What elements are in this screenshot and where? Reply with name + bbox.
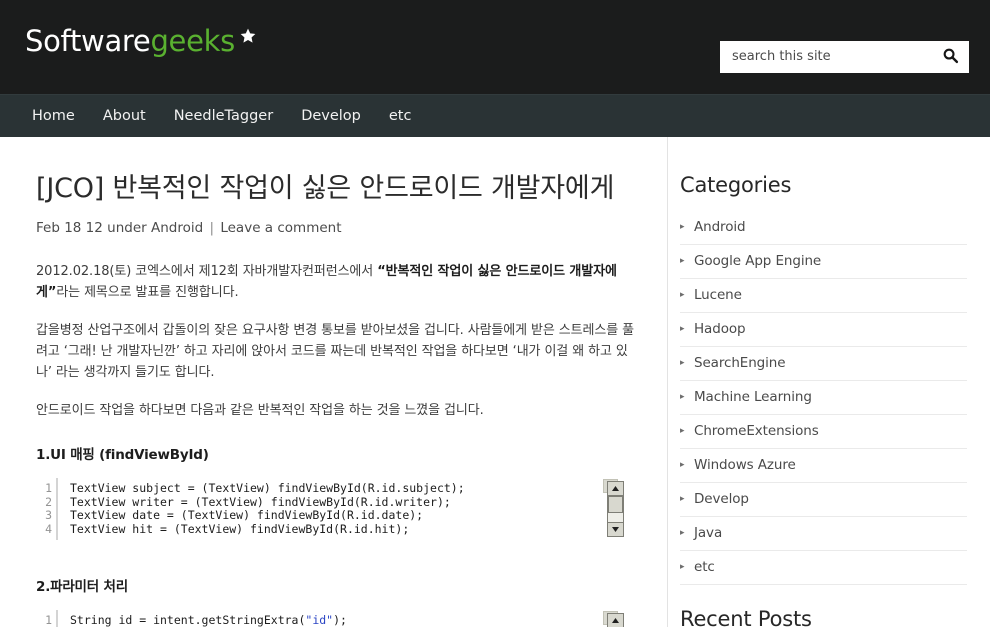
sidebar-item-google-app-engine[interactable]: ▸ Google App Engine bbox=[680, 245, 967, 279]
site-header: Softwaregeeks bbox=[0, 0, 990, 94]
post-under-label: under bbox=[107, 219, 147, 236]
sidebar-item-machine-learning[interactable]: ▸ Machine Learning bbox=[680, 381, 967, 415]
sidebar-item-label: Google App Engine bbox=[694, 253, 822, 269]
sidebar-item-label: SearchEngine bbox=[694, 355, 786, 371]
post-category-link[interactable]: Android bbox=[151, 220, 203, 236]
section-heading-1: 1.UI 매핑 (findViewById) bbox=[36, 447, 209, 464]
recent-posts-widget-title: Recent Posts bbox=[680, 607, 812, 627]
star-icon bbox=[239, 21, 257, 50]
main-content: [JCO] 반복적인 작업이 싫은 안드로이드 개발자에게 Feb 18 12 … bbox=[0, 137, 668, 627]
caret-right-icon: ▸ bbox=[680, 425, 685, 436]
caret-right-icon: ▸ bbox=[680, 493, 685, 504]
sidebar-item-lucene[interactable]: ▸ Lucene bbox=[680, 279, 967, 313]
paragraph-3: 안드로이드 작업을 하다보면 다음과 같은 반복적인 작업을 하는 것을 느꼈을… bbox=[36, 403, 484, 419]
search-button[interactable] bbox=[931, 41, 969, 73]
nav-item-needletagger[interactable]: NeedleTagger bbox=[160, 95, 287, 137]
code-line-number: 1 bbox=[45, 481, 52, 496]
sidebar-item-hadoop[interactable]: ▸ Hadoop bbox=[680, 313, 967, 347]
search-box[interactable] bbox=[720, 41, 969, 73]
code-scrollbar-1[interactable] bbox=[607, 481, 624, 538]
leave-comment-link[interactable]: Leave a comment bbox=[220, 220, 341, 236]
site-logo[interactable]: Softwaregeeks bbox=[25, 27, 257, 56]
page-body: [JCO] 반복적인 작업이 싫은 안드로이드 개발자에게 Feb 18 12 … bbox=[0, 137, 990, 627]
sidebar-item-label: ChromeExtensions bbox=[694, 423, 819, 439]
sidebar-item-label: etc bbox=[694, 559, 715, 575]
code-scrollbar-track-1[interactable] bbox=[607, 496, 624, 523]
sidebar-item-label: Lucene bbox=[694, 287, 742, 303]
nav-item-about[interactable]: About bbox=[89, 95, 160, 137]
caret-right-icon: ▸ bbox=[680, 391, 685, 402]
paragraph-1: 2012.02.18(토) 코엑스에서 제12회 자바개발자컨퍼런스에서 “반복… bbox=[36, 261, 637, 303]
paragraph-2: 갑을병정 산업구조에서 갑돌이의 잦은 요구사항 변경 통보를 받아보셨을 겁니… bbox=[36, 323, 634, 381]
caret-up-icon[interactable] bbox=[607, 481, 624, 497]
sidebar-item-label: Machine Learning bbox=[694, 389, 812, 405]
search-input[interactable] bbox=[720, 42, 931, 72]
code-line: TextView date = (TextView) findViewById(… bbox=[70, 508, 424, 523]
code-line-number: 1 bbox=[45, 613, 52, 627]
code-line: String id = intent.getStringExtra("id"); bbox=[70, 613, 637, 627]
code-token-string: "id" bbox=[305, 613, 334, 627]
code-token: String id = intent.getStringExtra( bbox=[70, 613, 306, 627]
sidebar: Categories ▸ Android ▸ Google App Engine… bbox=[668, 137, 989, 627]
nav-item-home[interactable]: Home bbox=[18, 95, 89, 137]
search-icon bbox=[942, 47, 959, 67]
page-title: [JCO] 반복적인 작업이 싫은 안드로이드 개발자에게 bbox=[36, 173, 615, 204]
caret-up-icon[interactable] bbox=[607, 613, 624, 627]
caret-right-icon: ▸ bbox=[680, 221, 685, 232]
sidebar-item-chromeextensions[interactable]: ▸ ChromeExtensions bbox=[680, 415, 967, 449]
code-line-numbers-2: 1 2 bbox=[36, 610, 58, 627]
sidebar-item-windows-azure[interactable]: ▸ Windows Azure bbox=[680, 449, 967, 483]
caret-right-icon: ▸ bbox=[680, 255, 685, 266]
code-content-2[interactable]: String id = intent.getStringExtra("id");… bbox=[58, 610, 637, 627]
caret-right-icon: ▸ bbox=[680, 323, 685, 334]
logo-text-accent: geeks bbox=[150, 24, 235, 58]
code-line-number: 3 bbox=[45, 508, 52, 523]
code-line: TextView hit = (TextView) findViewById(R… bbox=[70, 521, 410, 536]
post-meta: Feb 18 12 under Android | Leave a commen… bbox=[36, 220, 637, 236]
paragraph-1-post: 라는 제목으로 발표를 진행합니다. bbox=[56, 284, 239, 300]
code-line-numbers-1: 1 2 3 4 bbox=[36, 478, 58, 541]
sidebar-item-label: Windows Azure bbox=[694, 457, 796, 473]
nav-item-develop[interactable]: Develop bbox=[287, 95, 375, 137]
sidebar-item-label: Develop bbox=[694, 491, 749, 507]
sidebar-item-label: Hadoop bbox=[694, 321, 746, 337]
code-block-1: 1 2 3 4 TextView subject = (TextView) fi… bbox=[36, 478, 637, 541]
code-line-number: 2 bbox=[45, 494, 52, 509]
caret-right-icon: ▸ bbox=[680, 289, 685, 300]
caret-down-icon[interactable] bbox=[607, 522, 624, 538]
post-meta-separator: | bbox=[209, 219, 215, 236]
code-line-number: 4 bbox=[45, 521, 52, 536]
code-scrollbar-2[interactable] bbox=[607, 613, 624, 627]
sidebar-item-etc[interactable]: ▸ etc bbox=[680, 551, 967, 585]
code-content-1[interactable]: TextView subject = (TextView) findViewBy… bbox=[58, 478, 637, 540]
sidebar-item-develop[interactable]: ▸ Develop bbox=[680, 483, 967, 517]
caret-right-icon: ▸ bbox=[680, 357, 685, 368]
sidebar-item-java[interactable]: ▸ Java bbox=[680, 517, 967, 551]
main-navigation: Home About NeedleTagger Develop etc bbox=[0, 94, 990, 137]
paragraph-1-pre: 2012.02.18(토) 코엑스에서 제12회 자바개발자컨퍼런스에서 bbox=[36, 263, 378, 279]
code-line: TextView writer = (TextView) findViewByI… bbox=[70, 494, 451, 509]
sidebar-item-android[interactable]: ▸ Android bbox=[680, 211, 967, 245]
categories-widget-title: Categories bbox=[680, 173, 792, 197]
caret-right-icon: ▸ bbox=[680, 561, 685, 572]
code-token: ); bbox=[333, 613, 347, 627]
section-heading-2: 2.파라미터 처리 bbox=[36, 579, 128, 596]
caret-right-icon: ▸ bbox=[680, 527, 685, 538]
code-line: TextView subject = (TextView) findViewBy… bbox=[70, 481, 465, 496]
sidebar-item-searchengine[interactable]: ▸ SearchEngine bbox=[680, 347, 967, 381]
post-date: Feb 18 12 bbox=[36, 219, 103, 236]
code-scrollbar-thumb-1[interactable] bbox=[608, 496, 623, 514]
sidebar-item-label: Android bbox=[694, 219, 746, 235]
code-block-2: 1 2 String id = intent.getStringExtra("i… bbox=[36, 610, 637, 627]
caret-right-icon: ▸ bbox=[680, 459, 685, 470]
categories-list: ▸ Android ▸ Google App Engine ▸ Lucene ▸… bbox=[680, 211, 967, 585]
post-body: 2012.02.18(토) 코엑스에서 제12회 자바개발자컨퍼런스에서 “반복… bbox=[36, 261, 637, 627]
logo-text-primary: Software bbox=[25, 24, 151, 58]
nav-item-etc[interactable]: etc bbox=[375, 95, 426, 137]
sidebar-item-label: Java bbox=[694, 525, 723, 541]
